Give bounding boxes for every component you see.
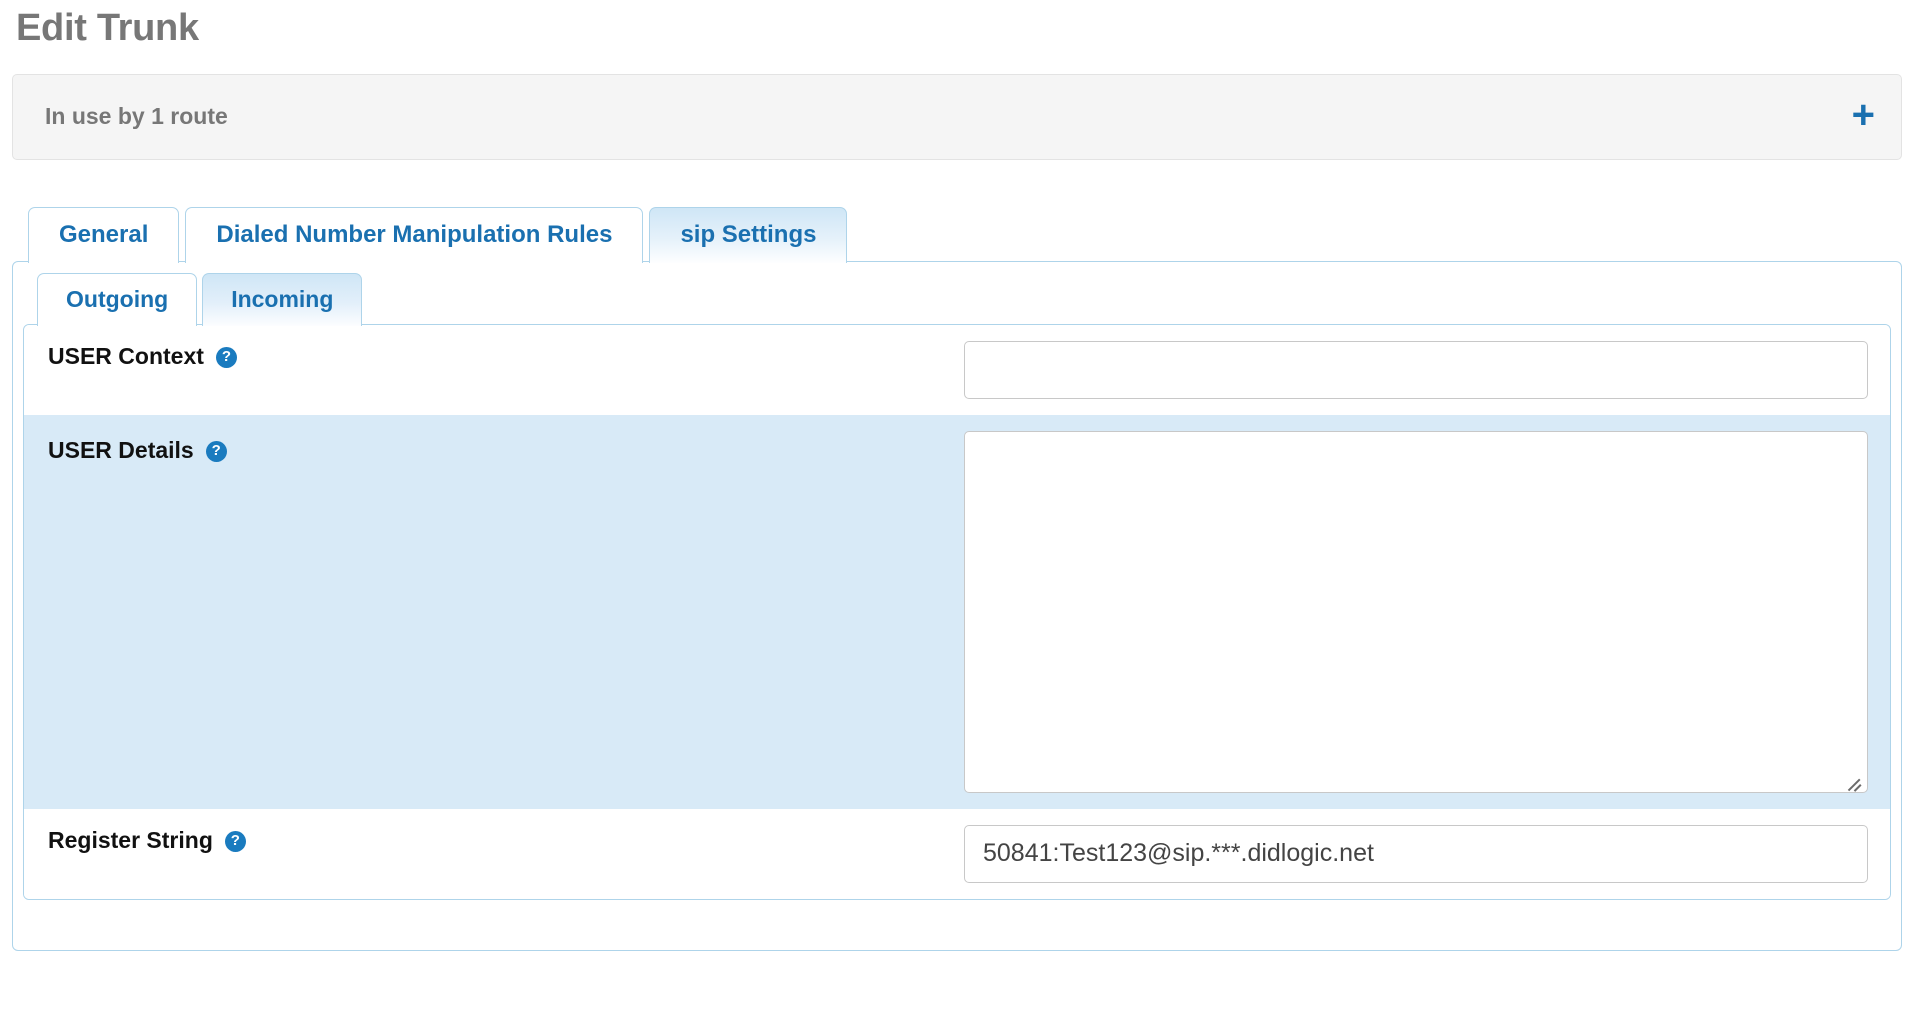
user-details-textarea-wrap bbox=[964, 431, 1868, 793]
form-row-user-context: USER Context ? bbox=[24, 325, 1890, 415]
register-string-label: Register String bbox=[48, 827, 213, 854]
help-icon-user-context[interactable]: ? bbox=[216, 347, 237, 368]
tab-sip-settings-label: sip Settings bbox=[680, 221, 816, 248]
user-context-label-cell: USER Context ? bbox=[24, 325, 964, 388]
user-details-control-cell bbox=[964, 415, 1890, 809]
help-icon-register-string[interactable]: ? bbox=[225, 831, 246, 852]
register-string-input[interactable] bbox=[964, 825, 1868, 883]
tab-general[interactable]: General bbox=[28, 207, 179, 263]
help-icon-glyph: ? bbox=[212, 443, 221, 458]
subtab-outgoing-label: Outgoing bbox=[66, 286, 168, 312]
usage-banner-text: In use by 1 route bbox=[45, 103, 228, 130]
register-string-control-cell bbox=[964, 809, 1890, 899]
subtab-row: Outgoing Incoming bbox=[23, 272, 1891, 325]
tab-row: General Dialed Number Manipulation Rules… bbox=[12, 206, 1902, 262]
plus-icon[interactable]: + bbox=[1852, 95, 1875, 139]
page-title: Edit Trunk bbox=[12, 0, 1902, 50]
subtab-incoming[interactable]: Incoming bbox=[202, 273, 362, 326]
form-row-register-string: Register String ? bbox=[24, 809, 1890, 899]
subtab-outgoing[interactable]: Outgoing bbox=[37, 273, 197, 326]
user-details-label: USER Details bbox=[48, 437, 194, 464]
register-string-label-cell: Register String ? bbox=[24, 809, 964, 872]
help-icon-glyph: ? bbox=[231, 833, 240, 848]
tab-sip-settings[interactable]: sip Settings bbox=[649, 207, 847, 263]
subtab-incoming-label: Incoming bbox=[231, 286, 333, 312]
tab-dialed-number-manipulation-rules[interactable]: Dialed Number Manipulation Rules bbox=[185, 207, 643, 263]
user-context-input[interactable] bbox=[964, 341, 1868, 399]
edit-trunk-page: Edit Trunk In use by 1 route + General D… bbox=[0, 0, 1914, 1030]
sip-settings-panel: Outgoing Incoming USER Context ? bbox=[12, 261, 1902, 951]
help-icon-user-details[interactable]: ? bbox=[206, 441, 227, 462]
usage-banner: In use by 1 route + bbox=[12, 74, 1902, 160]
user-details-textarea[interactable] bbox=[964, 431, 1868, 793]
user-details-label-cell: USER Details ? bbox=[24, 415, 964, 484]
tab-dialed-number-manipulation-rules-label: Dialed Number Manipulation Rules bbox=[216, 221, 612, 248]
incoming-panel: USER Context ? USER Details ? bbox=[23, 324, 1891, 900]
help-icon-glyph: ? bbox=[222, 349, 231, 364]
tabs-wrap: General Dialed Number Manipulation Rules… bbox=[12, 206, 1902, 951]
user-context-label: USER Context bbox=[48, 343, 204, 370]
tab-general-label: General bbox=[59, 221, 148, 248]
form-row-user-details: USER Details ? bbox=[24, 415, 1890, 809]
user-context-control-cell bbox=[964, 325, 1890, 415]
